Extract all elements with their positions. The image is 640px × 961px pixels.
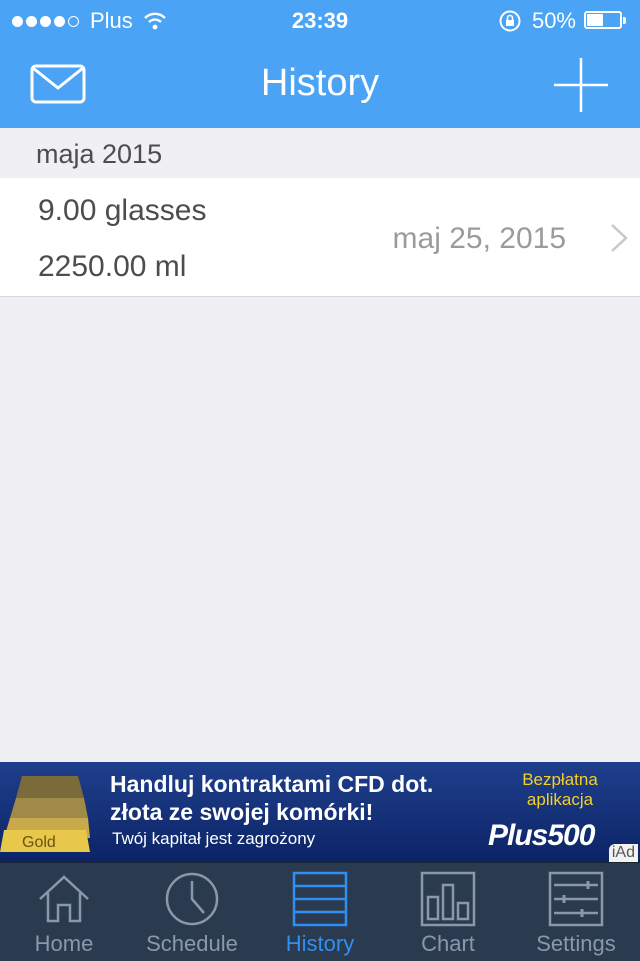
section-title: maja 2015: [36, 139, 163, 169]
tab-history[interactable]: History: [256, 863, 384, 961]
top-bar: Plus 23:39 50% History: [0, 0, 640, 128]
section-header: maja 2015: [0, 128, 640, 178]
list-icon: [292, 871, 348, 927]
tab-label: Chart: [421, 931, 475, 956]
entry-volume: 2250.00 ml: [38, 250, 187, 283]
tab-label: Home: [34, 931, 94, 956]
tab-label: Schedule: [146, 931, 238, 956]
entry-date: maj 25, 2015: [392, 222, 566, 255]
battery-icon: [584, 11, 626, 31]
ad-headline-line1: Handluj kontraktami CFD dot.: [110, 771, 434, 797]
ad-headline: Handluj kontraktami CFD dot. złota ze sw…: [110, 770, 433, 826]
svg-text:Gold: Gold: [22, 834, 56, 851]
chevron-right-icon: [611, 224, 628, 252]
tab-label: History: [285, 931, 355, 956]
ad-banner[interactable]: Gold Handluj kontraktami CFD dot. złota …: [0, 762, 640, 862]
sliders-icon: [548, 871, 604, 927]
battery-area: 50%: [498, 8, 626, 34]
ad-brand: Plus500: [488, 819, 595, 852]
ad-cta: Bezpłatna aplikacja: [500, 770, 620, 810]
home-icon: [39, 875, 89, 923]
page-title: History: [260, 62, 380, 104]
entry-glasses: 9.00 glasses: [38, 194, 207, 227]
ad-headline-line2: złota ze swojej komórki!: [110, 799, 374, 825]
bar-chart-icon: [420, 871, 476, 927]
history-entry-row[interactable]: 9.00 glasses 2250.00 ml maj 25, 2015: [0, 178, 640, 297]
tab-schedule[interactable]: Schedule: [128, 863, 256, 961]
ad-cta-line1: Bezpłatna: [522, 770, 598, 789]
gold-bar-icon: Gold: [0, 776, 90, 852]
battery-percent: 50%: [531, 8, 576, 33]
plus-icon[interactable]: [552, 56, 610, 114]
ad-subtext: Twój kapitał jest zagrożony: [112, 829, 316, 848]
tab-bar: Home Schedule History Chart Settings: [0, 862, 640, 961]
tab-settings[interactable]: Settings: [512, 863, 640, 961]
iad-badge: iAd: [608, 844, 638, 862]
rotation-lock-icon: [499, 10, 521, 32]
tab-label: Settings: [536, 931, 616, 956]
status-bar: Plus 23:39 50%: [0, 0, 640, 40]
tab-home[interactable]: Home: [0, 863, 128, 961]
tab-chart[interactable]: Chart: [384, 863, 512, 961]
ad-cta-line2: aplikacja: [526, 790, 594, 809]
clock-icon: [165, 872, 219, 926]
